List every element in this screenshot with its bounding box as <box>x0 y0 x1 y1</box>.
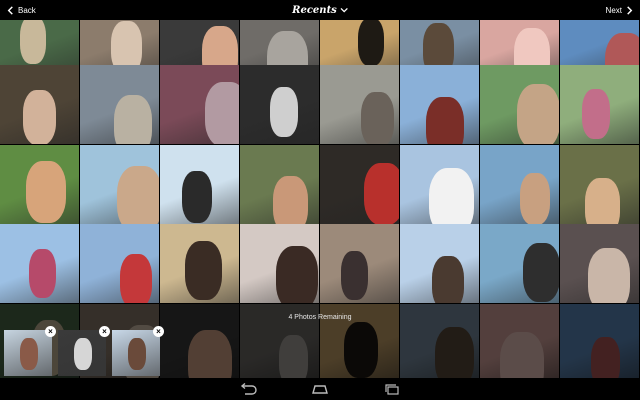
photo-subject <box>361 92 394 144</box>
photo-subject <box>270 87 298 137</box>
photo-subject <box>341 251 368 300</box>
selected-photo-thumb[interactable]: × <box>4 326 56 376</box>
photo-tile[interactable] <box>160 224 239 303</box>
photo-tile[interactable] <box>0 224 79 303</box>
next-button[interactable]: Next <box>600 0 640 20</box>
photo-tile[interactable] <box>320 145 399 224</box>
photo-subject <box>185 241 222 300</box>
photo-subject <box>26 161 66 223</box>
back-label: Back <box>18 5 36 15</box>
photo-tile[interactable] <box>240 145 319 224</box>
android-home-icon <box>312 385 328 394</box>
photo-subject <box>358 20 384 66</box>
system-recents-button[interactable] <box>380 382 404 396</box>
photo-subject <box>117 166 159 224</box>
photo-tile[interactable] <box>480 65 559 144</box>
photo-tile[interactable] <box>240 224 319 303</box>
photos-remaining-label: 4 Photos Remaining <box>288 314 352 321</box>
selected-photo-image <box>58 330 106 376</box>
photo-subject <box>128 338 146 370</box>
photo-tile[interactable] <box>0 145 79 224</box>
selected-photo-image <box>112 330 160 376</box>
photo-tile[interactable] <box>560 145 639 224</box>
selected-photo-image <box>4 330 52 376</box>
top-bar: Back Recents Next <box>0 0 640 20</box>
photo-subject <box>205 82 239 144</box>
album-selector[interactable]: Recents <box>292 0 348 20</box>
photo-tile[interactable] <box>240 65 319 144</box>
photo-subject <box>364 163 399 224</box>
next-label: Next <box>605 5 622 15</box>
album-title: Recents <box>292 4 337 16</box>
photo-tile[interactable] <box>400 145 479 224</box>
photo-subject <box>588 248 630 303</box>
photo-tile[interactable] <box>80 65 159 144</box>
android-recents-icon <box>385 384 399 395</box>
chevron-left-icon <box>7 5 13 15</box>
android-back-icon <box>240 383 257 395</box>
photo-subject <box>517 84 559 144</box>
photo-subject <box>182 171 212 223</box>
photo-tile[interactable] <box>400 65 479 144</box>
photo-tile[interactable] <box>160 65 239 144</box>
photo-tile[interactable] <box>480 224 559 303</box>
back-button[interactable]: Back <box>0 0 42 20</box>
photo-subject <box>20 20 46 64</box>
photo-subject <box>273 176 308 224</box>
chevron-right-icon <box>627 5 633 15</box>
photo-tile[interactable] <box>320 65 399 144</box>
selected-photo-thumb[interactable]: × <box>112 326 164 376</box>
photo-subject <box>276 246 318 303</box>
photo-subject <box>523 243 559 302</box>
photo-tile[interactable] <box>400 224 479 303</box>
photo-tile[interactable] <box>480 145 559 224</box>
photo-subject <box>520 173 550 224</box>
photo-subject <box>429 168 474 224</box>
photo-subject <box>432 256 464 303</box>
remove-photo-icon[interactable]: × <box>153 326 164 337</box>
photo-tile[interactable] <box>320 224 399 303</box>
photo-tile[interactable] <box>560 65 639 144</box>
photo-subject <box>29 249 56 298</box>
photo-tile[interactable] <box>80 145 159 224</box>
system-navigation-bar <box>0 378 640 400</box>
photo-subject <box>582 89 610 139</box>
photo-subject <box>120 254 152 303</box>
selected-photo-thumb[interactable]: × <box>58 326 110 376</box>
photo-subject <box>74 338 92 370</box>
photo-subject <box>20 338 38 370</box>
photo-subject <box>23 90 56 144</box>
photo-tile[interactable] <box>0 65 79 144</box>
system-back-button[interactable] <box>236 382 260 396</box>
photo-subject <box>114 95 152 144</box>
photo-subject <box>426 97 464 144</box>
photo-tile[interactable] <box>160 145 239 224</box>
remove-photo-icon[interactable]: × <box>45 326 56 337</box>
chevron-down-icon <box>340 7 348 13</box>
photo-tile[interactable] <box>560 224 639 303</box>
photo-tile[interactable] <box>80 224 159 303</box>
remove-photo-icon[interactable]: × <box>99 326 110 337</box>
photo-subject <box>585 178 620 224</box>
system-home-button[interactable] <box>308 382 332 396</box>
